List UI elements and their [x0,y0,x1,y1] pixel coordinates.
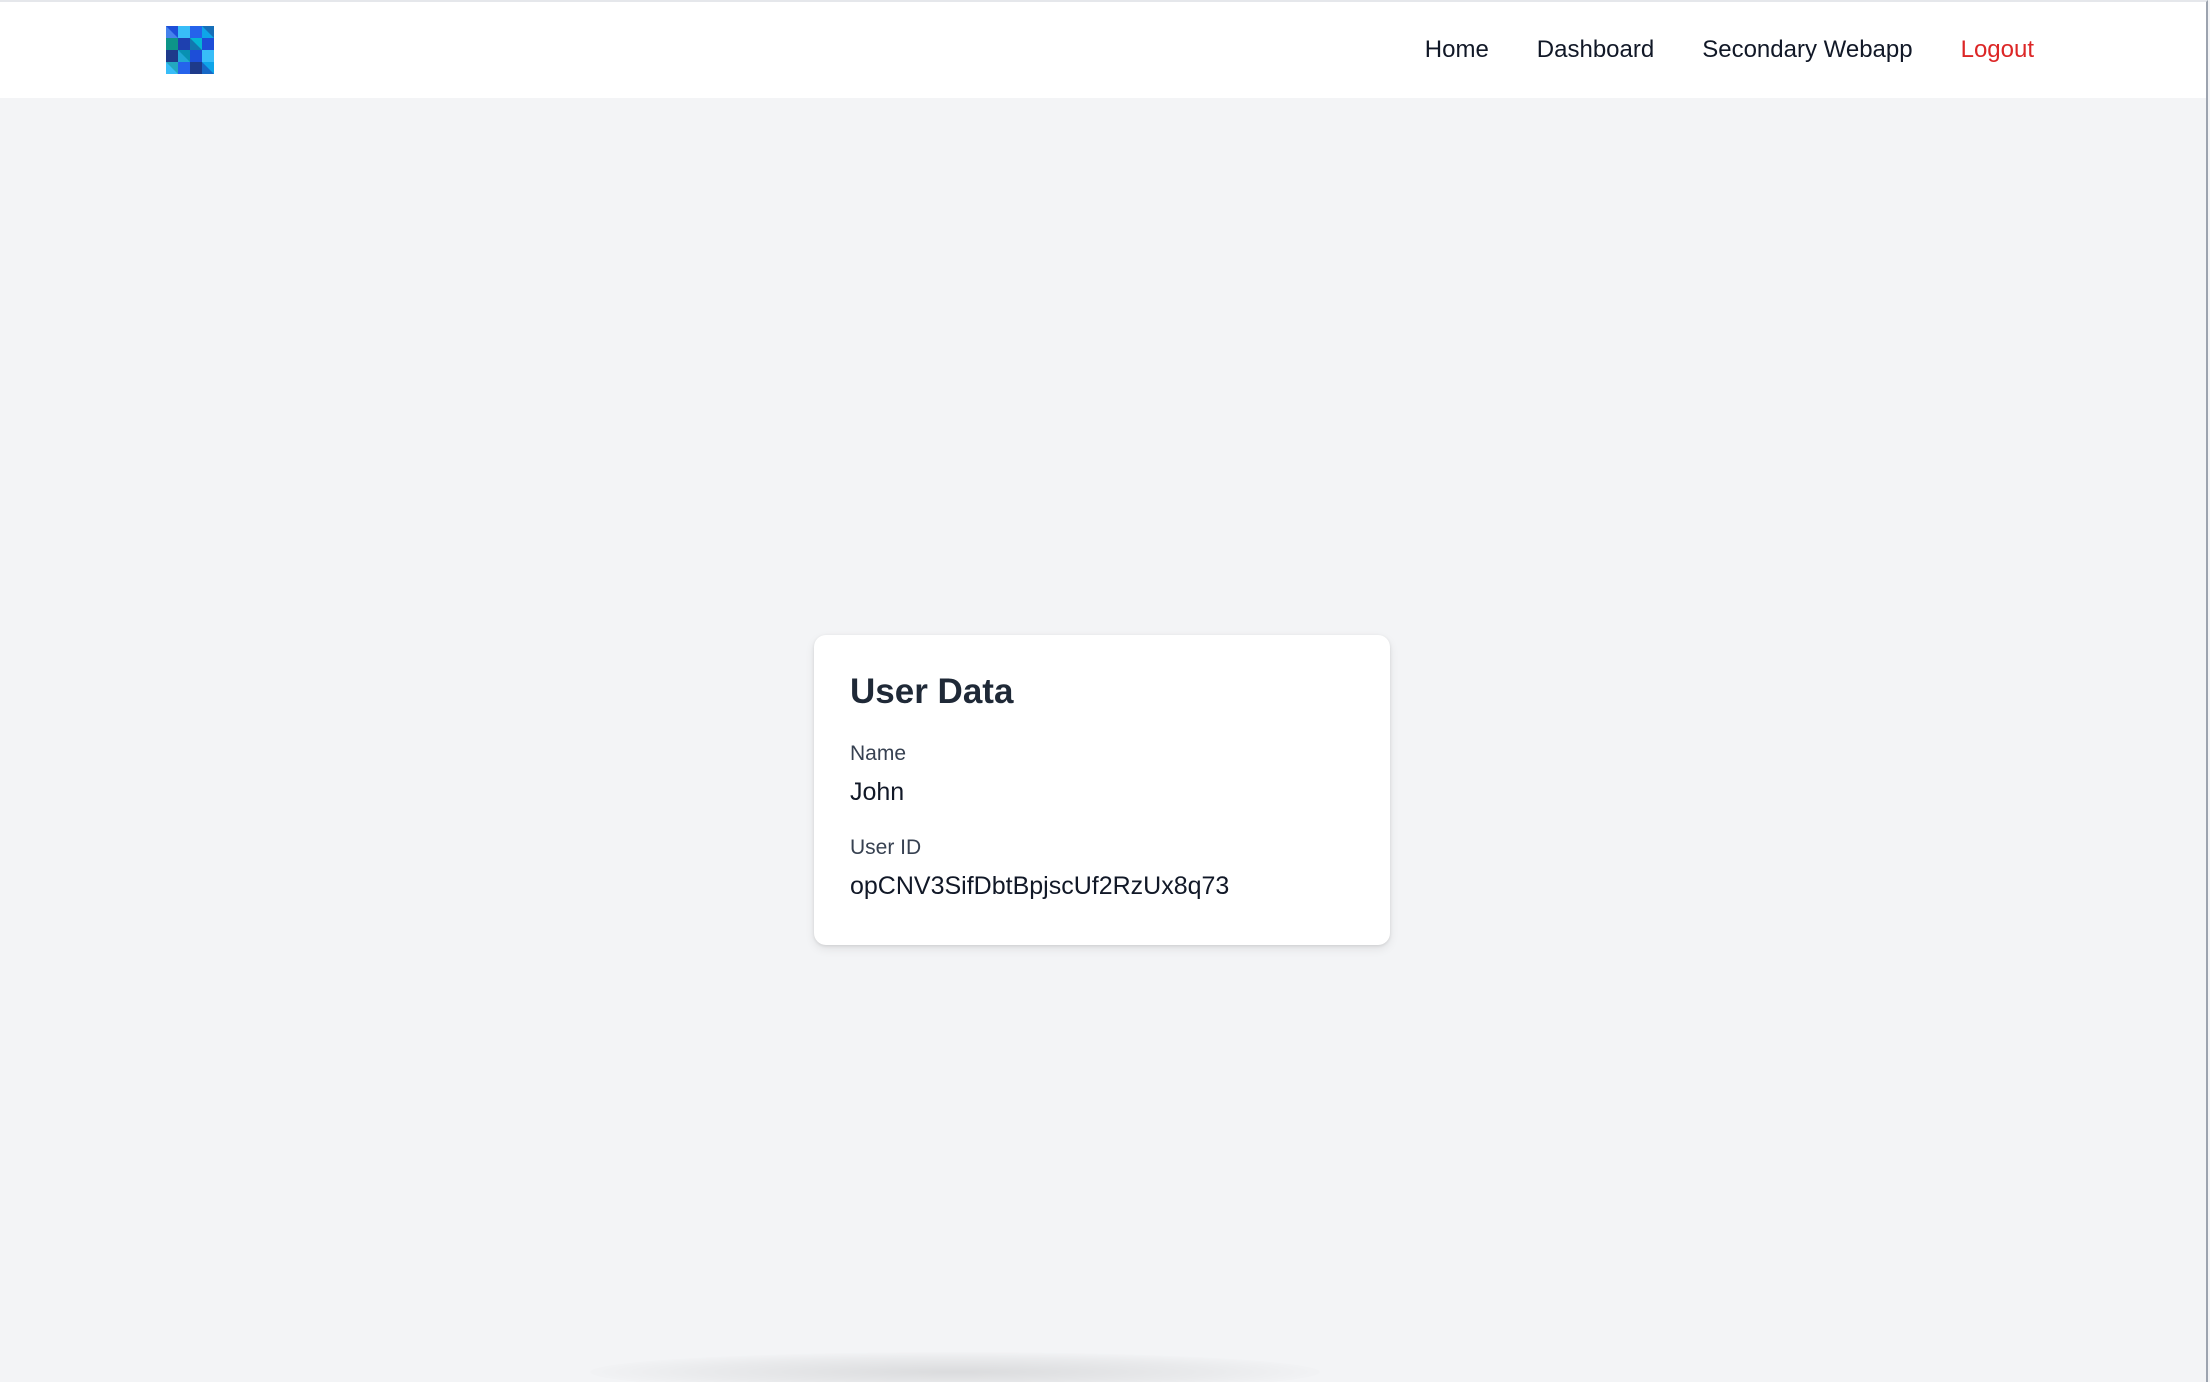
user-id-label: User ID [850,836,922,860]
mosaic-logo-icon[interactable] [166,26,214,74]
nav-secondary-webapp-link[interactable]: Secondary Webapp [1702,36,1912,64]
top-navbar: Home Dashboard Secondary Webapp Logout [0,2,2206,98]
name-label: Name [850,741,907,765]
nav-home-link[interactable]: Home [1425,36,1489,64]
nav-logout-link[interactable]: Logout [1961,36,2034,64]
nav-links: Home Dashboard Secondary Webapp Logout [1425,2,2034,98]
nav-dashboard-link[interactable]: Dashboard [1537,36,1654,64]
bottom-shadow-decoration [590,1352,1320,1382]
user-id-value: opCNV3SifDbtBpjscUf2RzUx8q73 [850,872,1230,901]
browser-viewport: Home Dashboard Secondary Webapp Logout U… [0,0,2208,1382]
user-data-card: User Data Name John User ID opCNV3SifDbt… [814,635,1390,945]
name-value: John [850,777,905,806]
card-title: User Data [850,672,1014,711]
